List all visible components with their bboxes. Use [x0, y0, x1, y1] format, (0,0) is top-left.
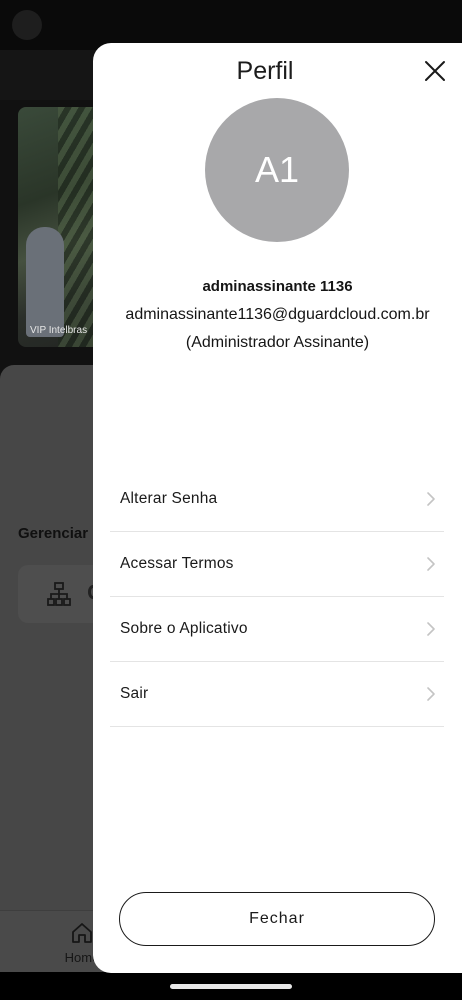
avatar: A1: [205, 98, 349, 242]
chevron-right-icon: [427, 687, 435, 701]
close-button[interactable]: Fechar: [119, 892, 435, 946]
menu-item-label: Sobre o Aplicativo: [120, 620, 248, 637]
menu-item-label: Sair: [120, 685, 149, 702]
profile-menu: Alterar Senha Acessar Termos Sobre o Apl…: [110, 467, 444, 727]
user-name: adminassinante 1136: [202, 278, 353, 295]
menu-item-sair[interactable]: Sair: [110, 662, 444, 727]
close-icon[interactable]: [421, 57, 449, 85]
home-indicator: [170, 984, 292, 989]
chevron-right-icon: [427, 622, 435, 636]
status-avatar: [12, 10, 42, 40]
chevron-right-icon: [427, 492, 435, 506]
home-icon: [72, 923, 92, 943]
camera-object: [26, 227, 64, 337]
user-email: adminassinante1136@dguardcloud.com.br: [125, 306, 430, 323]
avatar-initials: A1: [254, 149, 300, 190]
camera-label: VIP Intelbras: [30, 325, 88, 336]
chevron-right-icon: [427, 557, 435, 571]
profile-sheet: Perfil A1 adminassinante 1136 adminassin…: [93, 43, 462, 973]
menu-item-label: Alterar Senha: [120, 490, 218, 507]
user-role: (Administrador Assinante): [185, 334, 370, 351]
close-button-label: Fechar: [249, 910, 305, 927]
org-chart-icon: [47, 582, 71, 606]
menu-item-alterar-senha[interactable]: Alterar Senha: [110, 467, 444, 532]
section-title-gerenciar: Gerenciar: [18, 525, 89, 542]
page-title: Perfil: [236, 57, 294, 85]
menu-item-sobre-aplicativo[interactable]: Sobre o Aplicativo: [110, 597, 444, 662]
menu-item-acessar-termos[interactable]: Acessar Termos: [110, 532, 444, 597]
menu-item-label: Acessar Termos: [120, 555, 234, 572]
